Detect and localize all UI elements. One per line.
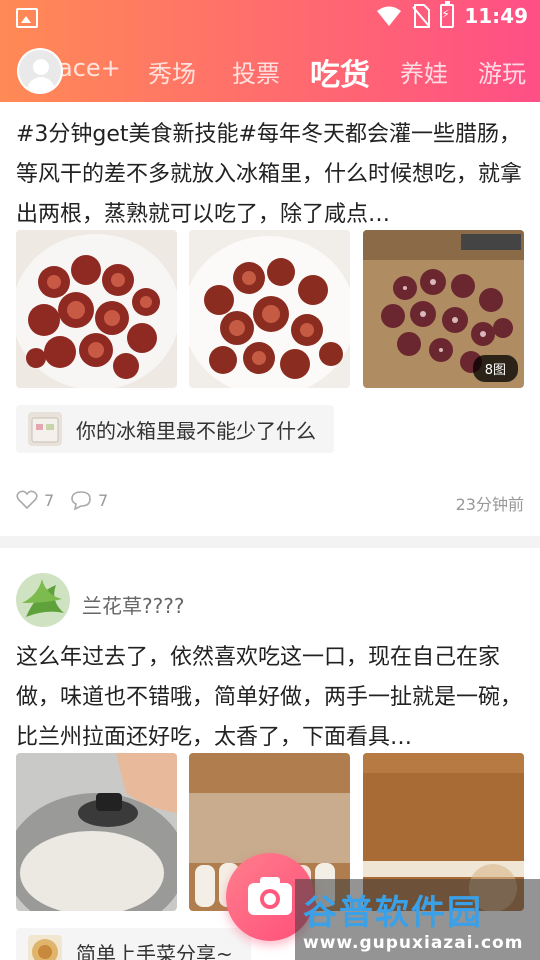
tab-vote[interactable]: 投票	[232, 54, 280, 89]
topic-label: 你的冰箱里最不能少了什么	[76, 418, 316, 443]
post-divider	[0, 536, 540, 548]
author-name[interactable]: 兰花草????	[82, 590, 184, 619]
status-icons: 11:49	[376, 1, 528, 28]
like-count: 7	[44, 490, 55, 510]
post-image[interactable]	[189, 230, 350, 388]
topic-label: 简单上手菜分享~	[76, 941, 233, 960]
wifi-icon	[377, 6, 402, 26]
author-avatar[interactable]	[16, 573, 70, 627]
image-count-badge: 8图	[472, 355, 518, 382]
topic-thumbnail	[28, 412, 62, 446]
topic-tag[interactable]: 简单上手菜分享~	[16, 928, 251, 960]
comment-button[interactable]: 7	[70, 490, 108, 510]
post-image[interactable]	[16, 753, 177, 911]
like-button[interactable]: 7	[16, 490, 54, 510]
post-stats: 7 7 23分钟前	[16, 490, 524, 514]
post-images: 8图	[16, 230, 524, 388]
status-time: 11:49	[464, 4, 528, 28]
heart-icon	[16, 490, 38, 510]
tab-ace[interactable]: ace+	[58, 54, 121, 82]
post-image[interactable]	[16, 230, 177, 388]
post-text[interactable]: 这么年过去了，依然喜欢吃这一口，现在自己在家做，味道也不错哦，简单好做，两手一扯…	[16, 638, 524, 758]
post-image[interactable]: 8图	[363, 230, 524, 388]
topic-tag[interactable]: 你的冰箱里最不能少了什么	[16, 405, 334, 453]
user-avatar[interactable]	[17, 48, 63, 94]
no-sim-icon	[412, 4, 431, 28]
status-bar: 11:49	[0, 0, 540, 36]
topic-thumbnail	[28, 935, 62, 960]
gallery-notification-icon	[16, 8, 38, 28]
tab-travel[interactable]: 游玩	[478, 54, 526, 89]
tab-foodie[interactable]: 吃货	[310, 50, 370, 94]
tab-show[interactable]: 秀场	[148, 54, 196, 89]
post-time: 23分钟前	[455, 495, 524, 514]
site-watermark: 谷普软件园 www.gupuxiazai.com	[295, 879, 540, 960]
battery-charging-icon	[440, 1, 455, 28]
watermark-title: 谷普软件园	[303, 893, 483, 933]
post-text[interactable]: #3分钟get美食新技能#每年冬天都会灌一些腊肠，等风干的差不多就放入冰箱里，什…	[16, 115, 524, 235]
comment-icon	[71, 491, 91, 510]
tab-parenting[interactable]: 养娃	[400, 54, 448, 89]
camera-icon	[248, 877, 292, 915]
comment-count: 7	[98, 490, 109, 510]
category-tabs: ace+ 秀场 投票 吃货 养娃 游玩	[0, 44, 540, 96]
top-header: 11:49 ace+ 秀场 投票 吃货 养娃 游玩	[0, 0, 540, 102]
watermark-url: www.gupuxiazai.com	[303, 933, 524, 953]
